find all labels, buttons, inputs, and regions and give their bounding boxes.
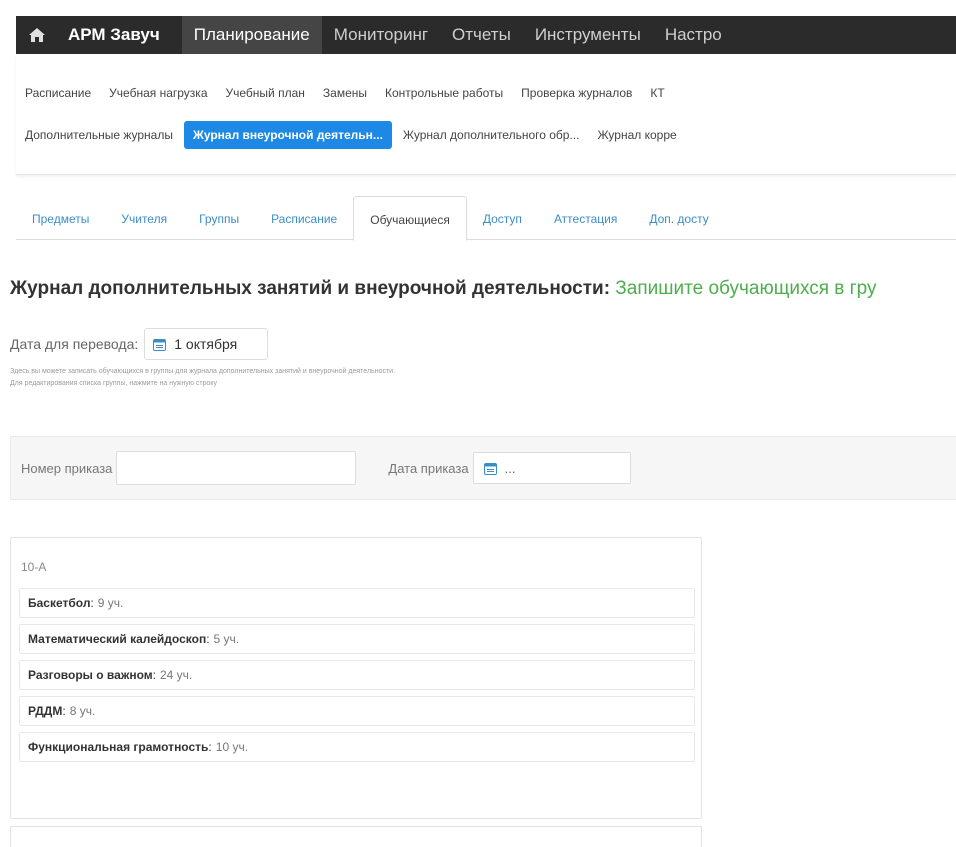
transfer-date-row: Дата для перевода: 1 октября bbox=[10, 328, 269, 360]
page-title-text: Журнал дополнительных занятий и внеурочн… bbox=[10, 278, 611, 299]
tab-subjects[interactable]: Предметы bbox=[16, 196, 105, 239]
nav-settings[interactable]: Настро bbox=[653, 16, 734, 54]
order-date-value: ... bbox=[504, 460, 516, 476]
submenu-correction-journal[interactable]: Журнал корре bbox=[590, 124, 683, 149]
nav-planning[interactable]: Планирование bbox=[181, 16, 322, 54]
nav-monitoring[interactable]: Мониторинг bbox=[322, 16, 440, 54]
submenu-extracurricular-journal[interactable]: Журнал внеурочной деятельн... bbox=[183, 121, 392, 149]
tab-groups[interactable]: Группы bbox=[183, 196, 255, 239]
activity-name: Разговоры о важном bbox=[28, 668, 153, 682]
journal-tabs: Предметы Учителя Группы Расписание Обуча… bbox=[16, 196, 956, 241]
submenu-extra-journals[interactable]: Дополнительные журналы bbox=[18, 124, 180, 149]
submenu-row-2: Дополнительные журналы Журнал внеурочной… bbox=[18, 121, 688, 149]
submenu-teaching-load[interactable]: Учебная нагрузка bbox=[102, 82, 214, 104]
page-title: Журнал дополнительных занятий и внеурочн… bbox=[10, 278, 956, 300]
order-panel: Номер приказа Дата приказа ... bbox=[10, 436, 956, 500]
submenu-row-1: Расписание Учебная нагрузка Учебный план… bbox=[18, 82, 676, 104]
transfer-date-value: 1 октября bbox=[174, 336, 238, 352]
submenu-kt[interactable]: КТ bbox=[643, 82, 671, 104]
submenu-panel: Расписание Учебная нагрузка Учебный план… bbox=[16, 54, 956, 175]
list-item[interactable]: Математический калейдоскоп:5 уч. bbox=[19, 624, 695, 654]
next-group-card bbox=[10, 826, 702, 847]
submenu-tests[interactable]: Контрольные работы bbox=[378, 82, 510, 104]
tab-access[interactable]: Доступ bbox=[467, 196, 538, 239]
order-date-picker[interactable]: ... bbox=[472, 452, 631, 484]
tab-schedule[interactable]: Расписание bbox=[255, 196, 353, 239]
order-number-input[interactable] bbox=[116, 451, 357, 485]
tab-students[interactable]: Обучающиеся bbox=[353, 196, 467, 241]
student-count: 5 уч. bbox=[213, 632, 240, 646]
tab-extra-access[interactable]: Доп. досту bbox=[633, 196, 724, 239]
submenu-additional-education-journal[interactable]: Журнал дополнительного обр... bbox=[396, 124, 587, 149]
help-text-line-1: Здесь вы можете записать обучающихся в г… bbox=[10, 368, 396, 375]
order-number-label: Номер приказа bbox=[21, 460, 113, 476]
app-brand[interactable]: АРМ Завуч bbox=[68, 25, 160, 45]
student-count: 8 уч. bbox=[69, 704, 96, 718]
nav-reports[interactable]: Отчеты bbox=[440, 16, 523, 54]
top-navbar: АРМ Завуч Планирование Мониторинг Отчеты… bbox=[16, 16, 956, 54]
submenu-curriculum[interactable]: Учебный план bbox=[219, 82, 312, 104]
group-list: Баскетбол:9 уч. Математический калейдоск… bbox=[19, 588, 695, 768]
help-text: Здесь вы можете записать обучающихся в г… bbox=[10, 366, 395, 390]
transfer-date-label: Дата для перевода: bbox=[10, 336, 139, 352]
student-count: 9 уч. bbox=[97, 596, 124, 610]
tab-teachers[interactable]: Учителя bbox=[105, 196, 183, 239]
activity-name: Математический калейдоскоп bbox=[28, 632, 207, 646]
calendar-icon bbox=[483, 462, 497, 475]
help-text-line-2: Для редактирования списка группы, нажмит… bbox=[10, 380, 218, 387]
submenu-journal-check[interactable]: Проверка журналов bbox=[514, 82, 639, 104]
activity-name: Функциональная грамотность bbox=[28, 740, 209, 754]
list-item[interactable]: РДДМ:8 уч. bbox=[19, 696, 695, 726]
nav-tools[interactable]: Инструменты bbox=[523, 16, 653, 54]
submenu-substitutions[interactable]: Замены bbox=[316, 82, 374, 104]
order-date-label: Дата приказа bbox=[388, 460, 469, 476]
submenu-schedule[interactable]: Расписание bbox=[18, 82, 98, 104]
group-title: 10-А bbox=[21, 560, 47, 574]
page-title-highlight: Запишите обучающихся в гру bbox=[610, 278, 877, 299]
list-item[interactable]: Разговоры о важном:24 уч. bbox=[19, 660, 695, 690]
list-item[interactable]: Баскетбол:9 уч. bbox=[19, 588, 695, 618]
student-count: 10 уч. bbox=[215, 740, 249, 754]
activity-name: РДДМ bbox=[28, 704, 63, 718]
activity-name: Баскетбол bbox=[28, 596, 91, 610]
student-count: 24 уч. bbox=[159, 668, 193, 682]
group-card: 10-А Баскетбол:9 уч. Математический кале… bbox=[10, 537, 702, 819]
list-item[interactable]: Функциональная грамотность:10 уч. bbox=[19, 732, 695, 762]
home-icon[interactable] bbox=[28, 27, 52, 43]
transfer-date-picker[interactable]: 1 октября bbox=[144, 328, 269, 360]
tab-attestation[interactable]: Аттестация bbox=[538, 196, 633, 239]
calendar-icon bbox=[153, 338, 167, 351]
